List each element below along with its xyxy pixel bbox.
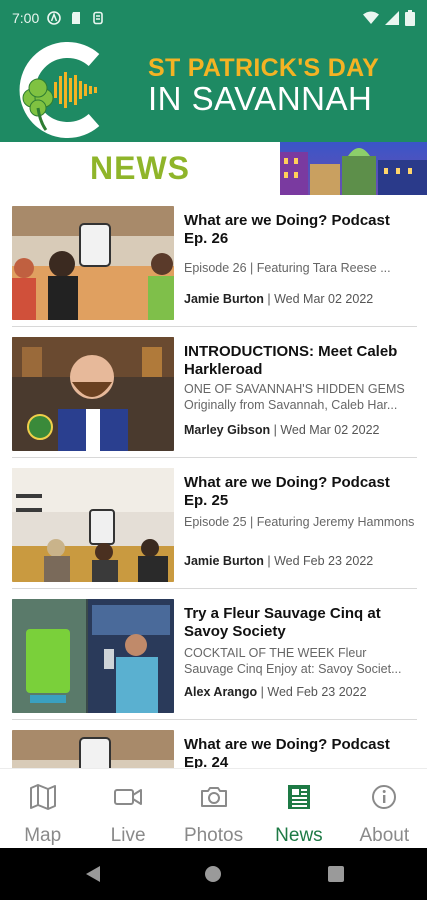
news-section-header: NEWS	[0, 142, 427, 196]
nav-label: News	[275, 825, 323, 846]
notification-icon	[93, 11, 104, 25]
nav-tab-news[interactable]: News	[256, 769, 341, 848]
status-time: 7:00	[12, 10, 40, 26]
nav-label: About	[359, 825, 410, 846]
news-item[interactable]: Try a Fleur Sauvage Cinq at Savoy Societ…	[0, 589, 427, 720]
sd-card-icon	[72, 12, 81, 24]
article-meta: Jamie Burton | Wed Feb 23 2022	[184, 554, 373, 568]
news-item[interactable]: INTRODUCTIONS: Meet Caleb Harkleroad ONE…	[0, 327, 427, 458]
meta-separator: |	[270, 423, 281, 437]
nav-label: Live	[110, 825, 146, 846]
article-meta: Jamie Burton | Wed Mar 02 2022	[184, 292, 373, 306]
article-excerpt: Episode 26 | Featuring Tara Reese ...	[184, 261, 391, 275]
nav-label: Photos	[183, 825, 244, 846]
news-heading: NEWS	[90, 150, 190, 186]
article-author: Jamie Burton	[184, 292, 264, 306]
article-author: Alex Arango	[184, 685, 258, 699]
article-date: Wed Feb 23 2022	[274, 554, 374, 568]
article-title[interactable]: Try a Fleur Sauvage Cinq at Savoy Societ…	[184, 605, 416, 641]
event-banner: ST PATRICK'S DAY IN SAVANNAH	[0, 36, 427, 142]
article-excerpt: Episode 25 | Featuring Jeremy Hammons	[184, 515, 415, 529]
video-camera-icon	[114, 789, 143, 805]
nav-tab-photos[interactable]: Photos	[171, 769, 256, 848]
home-button-icon[interactable]	[205, 866, 221, 882]
article-thumbnail	[12, 599, 174, 713]
meta-separator: |	[263, 292, 275, 306]
article-title[interactable]: What are we Doing? Podcast Ep. 26	[184, 212, 416, 248]
meta-separator: |	[257, 685, 268, 699]
article-meta: Alex Arango | Wed Feb 23 2022	[184, 685, 367, 699]
article-author: Jamie Burton	[184, 554, 264, 568]
camera-icon	[200, 787, 227, 807]
news-list[interactable]: What are we Doing? Podcast Ep. 26 Episod…	[0, 196, 427, 768]
article-excerpt: ONE OF SAVANNAH'S HIDDEN GEMS Originally…	[184, 382, 405, 412]
article-date: Wed Mar 02 2022	[280, 423, 380, 437]
signal-icon	[385, 11, 399, 25]
article-excerpt: COCKTAIL OF THE WEEK Fleur Sauvage Cinq …	[184, 646, 402, 676]
banner-title-line1: ST PATRICK'S DAY	[148, 54, 380, 82]
status-bar: 7:00	[0, 0, 427, 36]
wifi-icon	[363, 11, 379, 24]
app-logo	[19, 42, 100, 138]
article-author: Marley Gibson	[184, 423, 271, 437]
article-title[interactable]: What are we Doing? Podcast Ep. 25	[184, 474, 416, 510]
news-item[interactable]: What are we Doing? Podcast Ep. 25 Episod…	[0, 458, 427, 589]
article-thumbnail	[12, 468, 174, 582]
nav-tab-about[interactable]: About	[342, 769, 427, 848]
nav-label: Map	[24, 825, 62, 846]
battery-icon	[405, 10, 415, 26]
meta-separator: |	[263, 554, 275, 568]
back-button-icon[interactable]	[86, 866, 100, 882]
banner-title-line2: IN SAVANNAH	[148, 80, 373, 117]
article-thumbnail	[12, 206, 174, 320]
article-thumbnail	[12, 730, 174, 768]
article-meta: Marley Gibson | Wed Mar 02 2022	[184, 423, 379, 437]
newspaper-icon	[287, 785, 310, 809]
news-item[interactable]: What are we Doing? Podcast Ep. 24	[0, 720, 427, 768]
nav-tab-map[interactable]: Map	[0, 769, 85, 848]
recents-button-icon[interactable]	[328, 866, 344, 882]
nav-tab-live[interactable]: Live	[85, 769, 170, 848]
app-notification-icon	[47, 11, 62, 25]
article-date: Wed Feb 23 2022	[267, 685, 367, 699]
system-navigation-bar	[0, 848, 427, 900]
info-icon	[372, 785, 397, 809]
bottom-navigation: Map Live Photos News About	[0, 768, 427, 848]
news-item[interactable]: What are we Doing? Podcast Ep. 26 Episod…	[0, 196, 427, 327]
article-thumbnail	[12, 337, 174, 451]
article-date: Wed Mar 02 2022	[274, 292, 374, 306]
article-title[interactable]: What are we Doing? Podcast Ep. 24	[184, 736, 416, 768]
map-icon	[29, 784, 56, 810]
article-title[interactable]: INTRODUCTIONS: Meet Caleb Harkleroad	[184, 343, 416, 379]
city-night-photo	[280, 142, 427, 195]
